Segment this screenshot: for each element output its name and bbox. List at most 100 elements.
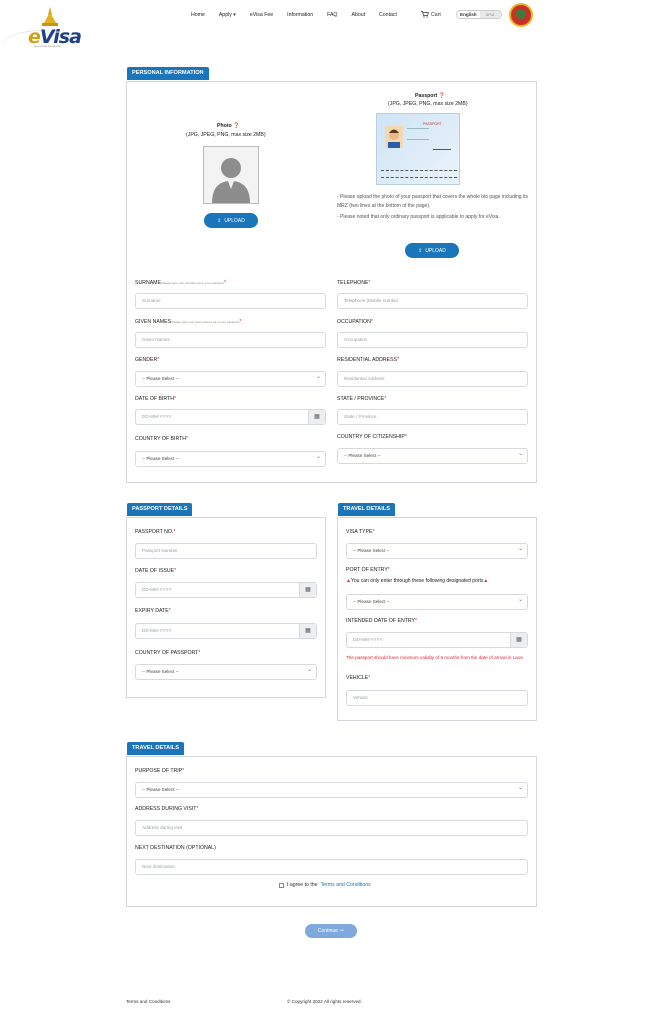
logo-tagline: LAO OFFICIAL ONLINE VISA — [34, 46, 61, 48]
residential-address-label: RESIDENTIAL ADDRESS* — [337, 357, 400, 363]
passport-sample-image: PASSPORT — [376, 113, 460, 185]
terms-link[interactable]: Terms and Conditions — [321, 882, 371, 888]
port-note: ▲You can only enter through these follow… — [346, 578, 488, 584]
nav-apply-label: Apply — [218, 12, 232, 18]
next-destination-input[interactable]: Next destination — [135, 859, 528, 875]
agree-text: I agree to the — [287, 882, 318, 888]
intended-entry-input[interactable]: DD-MM-YYYY ▦ — [346, 632, 528, 648]
given-names-input[interactable]: Given Names — [135, 332, 326, 348]
terms-agreement: I agree to the Terms and Conditions — [279, 882, 371, 888]
help-icon[interactable]: ❓ — [439, 93, 445, 99]
lang-english[interactable]: English — [457, 12, 480, 17]
country-of-citizenship-select[interactable]: -- Please Select -- — [337, 448, 528, 464]
tab-personal-information: PERSONAL INFORMATION — [127, 67, 209, 80]
nav-evisa-fee[interactable]: eVisa Fee — [250, 12, 273, 18]
port-note-text: You can only enter through these followi… — [350, 578, 484, 584]
photo-placeholder — [203, 146, 259, 204]
port-of-entry-label-text: PORT OF ENTRY — [346, 567, 388, 573]
gender-select[interactable]: -- Please Select -- — [135, 371, 326, 387]
passport-hint: (JPG, JPEG, PNG, max size 2MB) — [388, 101, 468, 107]
footer-terms-link[interactable]: Terms and Conditions — [126, 999, 170, 1004]
surname-input[interactable]: Surname — [135, 293, 326, 309]
passport-field-lines — [407, 128, 429, 140]
user-silhouette-icon — [212, 158, 250, 203]
country-of-birth-label: COUNTRY OF BIRTH* — [135, 436, 189, 442]
nav-apply[interactable]: Apply ▾ — [219, 12, 236, 18]
date-of-issue-input[interactable]: DD-MM-YYYY ▦ — [135, 582, 317, 598]
given-names-label: GIVEN NAMES(Please type your given names… — [135, 319, 242, 325]
passport-upload-note: - Please upload the photo of your passpo… — [337, 194, 528, 209]
visa-type-label: VISA TYPE* — [346, 529, 375, 535]
passport-no-input[interactable]: Passport Number — [135, 543, 317, 559]
gender-label: GENDER* — [135, 357, 160, 363]
nav-information[interactable]: Information — [287, 12, 313, 18]
visa-type-select[interactable]: -- Please Select -- — [346, 543, 528, 559]
expiry-date-label-text: EXPIRY DATE — [135, 608, 169, 614]
purpose-label: PURPOSE OF TRIP* — [135, 768, 185, 774]
cart-label: Cart — [431, 11, 441, 18]
lao-emblem-icon — [509, 3, 533, 27]
intended-entry-placeholder: DD-MM-YYYY — [353, 637, 383, 642]
passport-face-icon — [385, 126, 403, 148]
upload-icon: ⇪ — [217, 217, 222, 224]
passport-mrz — [381, 170, 457, 178]
calendar-icon[interactable]: ▦ — [308, 410, 325, 424]
purpose-select[interactable]: -- Please Select -- — [135, 782, 528, 798]
residential-address-input[interactable]: Residential Address — [337, 371, 528, 387]
calendar-icon[interactable]: ▦ — [510, 633, 527, 647]
arrow-right-icon: ⇨ — [339, 928, 345, 934]
calendar-icon[interactable]: ▦ — [299, 624, 316, 638]
tab-passport-details: PASSPORT DETAILS — [127, 503, 193, 516]
dob-input[interactable]: DD-MM-YYYY ▦ — [135, 409, 326, 425]
help-icon[interactable]: ❓ — [233, 123, 239, 129]
telephone-input[interactable]: Telephone (Mobile number — [337, 293, 528, 309]
warning-icon: ▲ — [483, 578, 489, 584]
country-of-passport-select[interactable]: -- Please Select -- — [135, 664, 317, 680]
cart-link[interactable]: Cart — [421, 11, 441, 18]
address-during-visit-label-text: ADDRESS DURING VISIT — [135, 806, 197, 812]
expiry-date-placeholder: DD-MM-YYYY — [142, 628, 172, 633]
agree-checkbox[interactable] — [279, 882, 284, 888]
country-of-birth-label-text: COUNTRY OF BIRTH — [135, 436, 187, 442]
address-during-visit-input[interactable]: Address during visit — [135, 820, 528, 836]
ordinary-passport-note: - Please noted that only ordinary passpo… — [337, 214, 500, 220]
continue-button[interactable]: Continue ⇨ — [305, 924, 357, 938]
vehicle-input[interactable]: Vehicle — [346, 690, 528, 706]
upload-icon: ⇪ — [418, 247, 423, 254]
logo-text-rest: Visa — [39, 26, 82, 48]
main-nav: Home Apply ▾ eVisa Fee Information FAQ A… — [191, 11, 397, 19]
date-of-issue-label-text: DATE OF ISSUE — [135, 568, 175, 574]
passport-upload-button[interactable]: ⇪ UPLOAD — [405, 243, 459, 258]
nav-faq[interactable]: FAQ — [327, 12, 337, 18]
photo-upload-button[interactable]: ⇪ UPLOAD — [204, 213, 258, 228]
footer-copyright: © Copyright 2022 All rights reserved. — [287, 999, 362, 1004]
nav-home[interactable]: Home — [191, 12, 205, 18]
nav-about[interactable]: About — [351, 12, 365, 18]
port-of-entry-label: PORT OF ENTRY* — [346, 567, 390, 573]
continue-label: Continue — [317, 928, 338, 934]
passport-title-text: Passport — [415, 93, 438, 99]
tab-travel-details-right: TRAVEL DETAILS — [338, 503, 395, 516]
nav-contact[interactable]: Contact — [379, 12, 397, 18]
country-of-birth-select[interactable]: -- Please Select -- — [135, 451, 326, 467]
occupation-input[interactable]: Occupation — [337, 332, 528, 348]
telephone-label: TELEPHONE* — [337, 280, 371, 286]
surname-label: SURNAME(Please type your surname as in y… — [135, 280, 227, 286]
calendar-icon[interactable]: ▦ — [299, 583, 316, 597]
port-of-entry-select[interactable]: -- Please Select -- — [346, 594, 528, 610]
language-toggle[interactable]: English ລາວ — [456, 10, 502, 19]
lang-lao[interactable]: ລາວ — [479, 11, 501, 18]
passport-title: Passport ❓ — [415, 93, 445, 99]
address-during-visit-label: ADDRESS DURING VISIT* — [135, 806, 199, 812]
state-input[interactable]: State / Province — [337, 409, 528, 425]
logo[interactable]: eVisa — [28, 26, 82, 48]
photo-upload-label: UPLOAD — [224, 217, 245, 224]
expiry-date-input[interactable]: DD-MM-YYYY ▦ — [135, 623, 317, 639]
date-of-issue-placeholder: DD-MM-YYYY — [142, 587, 172, 592]
state-label: STATE / PROVINCE* — [337, 396, 387, 402]
surname-label-text: SURNAME — [135, 280, 161, 286]
purpose-label-text: PURPOSE OF TRIP — [135, 768, 183, 774]
dob-label: DATE OF BIRTH* — [135, 396, 177, 402]
expiry-date-label: EXPIRY DATE* — [135, 608, 171, 614]
passport-upload-label: UPLOAD — [425, 247, 446, 254]
